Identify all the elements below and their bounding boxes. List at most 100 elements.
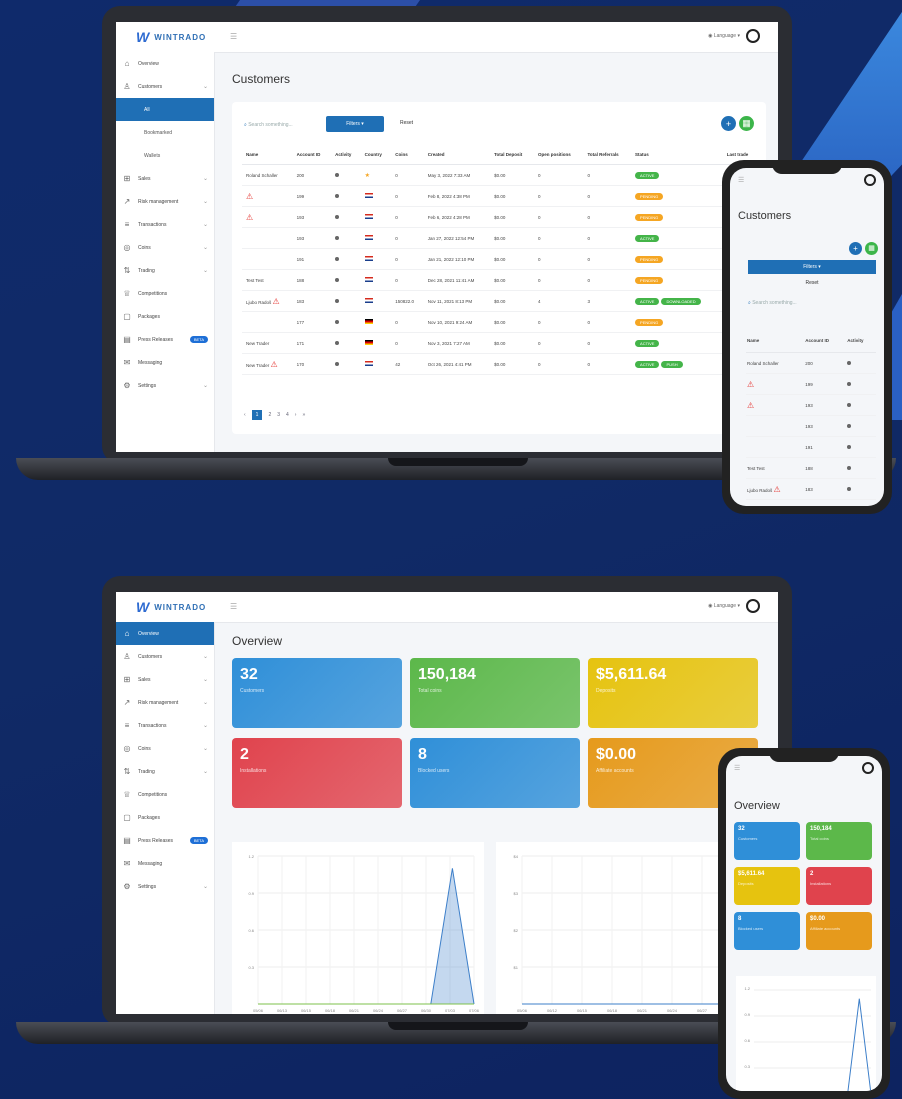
search-input[interactable]: ⌕ Search something... [244, 122, 293, 128]
table-row[interactable]: ⚠1930Feb 6, 2022 4:28 PM$0.0000PENDINGne… [242, 206, 762, 228]
filters-button[interactable]: Filters ▾ [326, 116, 384, 132]
reset-button[interactable]: Reset [400, 120, 413, 126]
user-avatar-icon[interactable] [864, 174, 876, 186]
brand-logo[interactable]: W WINTRADO [116, 592, 214, 622]
column-header-name[interactable]: Name [242, 144, 293, 165]
sidebar-item-settings[interactable]: ⚙ Settings ⌄ [116, 875, 214, 898]
customer-name[interactable]: Roland Schaller [747, 361, 779, 366]
column-header-account-id[interactable]: Account ID [292, 144, 332, 165]
table-row[interactable]: Ljubo Radoš ⚠ 183 150822.0 Nov 11, 2021 8:1… [242, 290, 762, 312]
table-row[interactable]: ⚠ 199 [746, 373, 876, 395]
stat-tile-customers[interactable]: 32 Customers [232, 658, 402, 728]
stat-tile-total-coins[interactable]: 150,184 Total coins [806, 822, 872, 860]
sidebar-subitem-wallets[interactable]: Wallets [116, 144, 214, 167]
stat-tile-installations[interactable]: 2 Installations [232, 738, 402, 808]
user-avatar-icon[interactable] [746, 599, 760, 613]
stat-tile-affiliate-accounts[interactable]: $0.00 Affiliate accounts [806, 912, 872, 950]
filters-button[interactable]: Filters ▾ [748, 260, 876, 274]
table-row[interactable]: 177 [746, 499, 876, 506]
table-row[interactable]: 191 [746, 436, 876, 458]
sidebar-item-risk-management[interactable]: ↗ Risk management ⌄ [116, 691, 214, 714]
column-header-name[interactable]: Name [746, 328, 805, 353]
stat-tile-blocked-users[interactable]: 8 Blocked users [734, 912, 800, 950]
page-button[interactable]: 2 [268, 412, 271, 418]
column-header-created[interactable]: Created [423, 144, 491, 165]
column-header-total-referrals[interactable]: Total Referrals [583, 144, 632, 165]
table-row[interactable]: Test Test 188 0 Dec 28, 2021 11:41 AM $0.00… [242, 269, 762, 291]
column-header-activity[interactable]: Activity [846, 328, 876, 353]
sidebar-item-coins[interactable]: ◎ Coins ⌄ [116, 236, 214, 259]
sidebar-item-packages[interactable]: ▢ Packages [116, 305, 214, 328]
customer-name[interactable]: Ljubo Radoš [246, 300, 273, 305]
reset-button[interactable]: Reset [748, 280, 876, 286]
sidebar-item-sales[interactable]: ⊞ Sales ⌄ [116, 668, 214, 691]
table-row[interactable]: 1930Jan 27, 2022 12:54 PM$0.0000ACTIVEne… [242, 227, 762, 249]
column-header-account-id[interactable]: Account ID [804, 328, 847, 353]
table-row[interactable]: Ljubo Radoš ⚠ 183 [746, 478, 876, 500]
column-header-open-positions[interactable]: Open positions [534, 144, 584, 165]
column-header-activity[interactable]: Activity [331, 144, 361, 165]
table-row[interactable]: 193 [746, 415, 876, 437]
page-button[interactable]: › [295, 412, 297, 418]
user-avatar-icon[interactable] [746, 29, 760, 43]
stat-tile-installations[interactable]: 2 Installations [806, 867, 872, 905]
menu-icon[interactable]: ☰ [230, 32, 237, 41]
sidebar-item-sales[interactable]: ⊞ Sales ⌄ [116, 167, 214, 190]
user-avatar-icon[interactable] [862, 762, 874, 774]
sidebar-item-overview[interactable]: ⌂ Overview [116, 52, 214, 75]
page-button[interactable]: » [302, 412, 305, 418]
page-button[interactable]: 4 [286, 412, 289, 418]
menu-icon[interactable]: ☰ [230, 602, 237, 611]
export-excel-button[interactable]: ▦ [865, 242, 878, 255]
sidebar-item-coins[interactable]: ◎ Coins ⌄ [116, 737, 214, 760]
language-selector[interactable]: ◉ Language ▾ [708, 603, 740, 609]
table-row[interactable]: 1910Jan 21, 2022 12:10 PM$0.0000PENDINGn… [242, 248, 762, 270]
stat-tile-deposits[interactable]: $5,611.64 Deposits [588, 658, 758, 728]
customer-name[interactable]: Test Test [747, 466, 765, 471]
customer-name[interactable]: New Trader [246, 341, 269, 346]
table-row[interactable]: New Trader ⚠ 170 42 Oct 26, 2021 4:41 PM $0.… [242, 353, 762, 375]
column-header-status[interactable]: Status [631, 144, 723, 165]
stat-tile-total-coins[interactable]: 150,184 Total coins [410, 658, 580, 728]
sidebar-item-transactions[interactable]: ≡ Transactions ⌄ [116, 714, 214, 737]
sidebar-item-transactions[interactable]: ≡ Transactions ⌄ [116, 213, 214, 236]
sidebar-item-messaging[interactable]: ✉ Messaging [116, 852, 214, 875]
menu-icon[interactable]: ☰ [734, 764, 740, 772]
export-excel-button[interactable]: ▦ [739, 116, 754, 131]
search-input[interactable]: ⌕ Search something... [748, 300, 797, 306]
table-row[interactable]: ⚠1990Feb 8, 2022 4:38 PM$0.0000PENDINGne… [242, 185, 762, 207]
table-row[interactable]: New Trader 171 0 Nov 3, 2021 7:27 AM $0.00 0… [242, 332, 762, 354]
sidebar-item-settings[interactable]: ⚙ Settings ⌄ [116, 374, 214, 397]
sidebar-item-press-releases[interactable]: ▤ Press Releases BETA [116, 328, 214, 351]
stat-tile-blocked-users[interactable]: 8 Blocked users [410, 738, 580, 808]
page-button[interactable]: 3 [277, 412, 280, 418]
menu-icon[interactable]: ☰ [738, 176, 744, 184]
language-selector[interactable]: ◉ Language ▾ [708, 33, 740, 39]
customer-name[interactable]: Test Test [246, 278, 264, 283]
sidebar-item-customers[interactable]: ♙ Customers ⌄ [116, 645, 214, 668]
sidebar-item-messaging[interactable]: ✉ Messaging [116, 351, 214, 374]
column-header-country[interactable]: Country [360, 144, 392, 165]
brand-logo[interactable]: W WINTRADO [116, 22, 214, 52]
customer-name[interactable]: Ljubo Radoš [747, 488, 774, 493]
table-row[interactable]: 1770Nov 10, 2021 9:24 AM$0.0000PENDINGne… [242, 311, 762, 333]
stat-tile-customers[interactable]: 32 Customers [734, 822, 800, 860]
sidebar-item-competitions[interactable]: ♕ Competitions [116, 783, 214, 806]
customer-name[interactable]: New Trader [246, 363, 271, 368]
column-header-total-deposit[interactable]: Total Deposit [490, 144, 535, 165]
table-row[interactable]: Roland Schaller 200 [746, 352, 876, 374]
sidebar-item-customers[interactable]: ♙ Customers ⌄ [116, 75, 214, 98]
table-row[interactable]: Test Test 188 [746, 457, 876, 479]
add-customer-button[interactable]: + [849, 242, 862, 255]
page-button[interactable]: ‹ [244, 412, 246, 418]
sidebar-subitem-bookmarked[interactable]: Bookmarked [116, 121, 214, 144]
customer-name[interactable]: Roland Schaller [246, 173, 278, 178]
sidebar-item-risk-management[interactable]: ↗ Risk management ⌄ [116, 190, 214, 213]
sidebar-item-trading[interactable]: ⇅ Trading ⌄ [116, 760, 214, 783]
sidebar-item-press-releases[interactable]: ▤ Press Releases BETA [116, 829, 214, 852]
table-row[interactable]: Roland Schaller 200 ★ 0 May 3, 2022 7:33 AM… [242, 164, 762, 186]
sidebar-item-competitions[interactable]: ♕ Competitions [116, 282, 214, 305]
sidebar-item-overview[interactable]: ⌂ Overview [116, 622, 214, 645]
table-row[interactable]: ⚠ 193 [746, 394, 876, 416]
sidebar-subitem-all[interactable]: All [116, 98, 214, 121]
